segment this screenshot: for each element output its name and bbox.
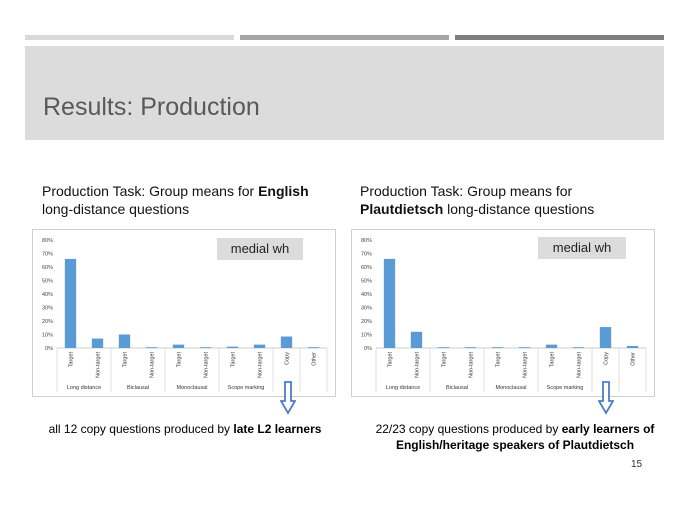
y-tick-label: 80% (361, 238, 372, 244)
bar (464, 347, 477, 348)
bar (518, 347, 531, 348)
x-tick-label: Target (177, 352, 183, 368)
x-tick-label: Target (550, 352, 556, 368)
y-tick-label: 10% (361, 333, 372, 339)
bar (572, 347, 585, 348)
bar (437, 347, 450, 348)
y-tick-label: 60% (42, 265, 53, 271)
x-tick-label: Non-target (469, 352, 475, 378)
title-band: Results: Production (25, 46, 664, 140)
x-tick-label: Target (231, 352, 237, 368)
y-tick-label: 20% (42, 319, 53, 325)
bar (172, 344, 185, 348)
caption-prefix: all 12 copy questions produced by (48, 422, 234, 436)
group-label: Monoclausal (177, 385, 208, 391)
caption-highlight: late L2 learners (233, 422, 322, 436)
slide-title: Results: Production (43, 93, 260, 121)
x-tick-label: Target (442, 352, 448, 368)
y-tick-label: 40% (361, 292, 372, 298)
group-label: Scope marking (547, 385, 584, 391)
down-arrow-icon (598, 381, 614, 415)
caption-plautdietsch: 22/23 copy questions produced by early l… (360, 421, 670, 453)
medial-wh-badge: medial wh (538, 237, 626, 259)
decor-bar-mid (240, 35, 449, 40)
bar (599, 327, 612, 348)
y-tick-label: 30% (42, 306, 53, 312)
caption-prefix: 22/23 copy questions produced by (375, 422, 562, 436)
x-tick-label: Non-target (258, 352, 264, 378)
bar (307, 347, 320, 348)
bar (91, 338, 104, 348)
x-tick-label: Target (69, 352, 75, 368)
y-tick-label: 0% (364, 346, 372, 352)
y-tick-label: 80% (42, 238, 53, 244)
x-tick-label: Target (496, 352, 502, 368)
x-tick-label: Non-target (204, 352, 210, 378)
y-tick-label: 50% (361, 279, 372, 285)
medial-wh-badge: medial wh (217, 238, 303, 260)
y-tick-label: 70% (361, 252, 372, 258)
chart-title-suffix: long-distance questions (42, 201, 190, 217)
x-tick-label: Target (123, 352, 129, 368)
bar (118, 334, 131, 348)
y-tick-label: 20% (361, 319, 372, 325)
bar (253, 344, 266, 348)
x-tick-label: Non-target (523, 352, 529, 378)
group-label: Long distance (67, 385, 101, 391)
group-label: Scope marking (228, 385, 265, 391)
bar (545, 344, 558, 348)
bar (626, 345, 639, 348)
chart-title-prefix: Production Task: Group means for (360, 183, 573, 199)
down-arrow-icon (280, 381, 296, 415)
group-label: Biclausal (446, 385, 468, 391)
x-tick-label: Other (631, 352, 637, 366)
bar (199, 347, 212, 348)
bar (410, 331, 423, 348)
x-tick-label: Non-target (577, 352, 583, 378)
chart-english: 0% 10% 20% 30% 40% 50% 60% 70% 80% Target Non-targ… (32, 229, 336, 397)
group-label: Biclausal (127, 385, 149, 391)
chart-title-plautdietsch: Production Task: Group means for Plautdi… (360, 182, 660, 218)
y-tick-label: 70% (42, 252, 53, 258)
y-tick-label: 10% (42, 333, 53, 339)
x-tick-label: Non-target (96, 352, 102, 378)
chart-title-suffix: long-distance questions (443, 201, 595, 217)
bar (226, 346, 239, 348)
y-tick-label: 30% (361, 306, 372, 312)
bar (491, 347, 504, 348)
x-tick-label: Other (312, 352, 318, 366)
page-number: 15 (631, 459, 643, 470)
chart-plautdietsch: 0% 10% 20% 30% 40% 50% 60% 70% 80% Target Non-targ… (351, 229, 655, 397)
caption-english: all 12 copy questions produced by late L… (40, 421, 330, 437)
bar (383, 258, 396, 348)
bar (145, 347, 158, 348)
chart-title-highlight: Plautdietsch (360, 201, 444, 217)
x-tick-label: Non-target (150, 352, 156, 378)
y-tick-label: 60% (361, 265, 372, 271)
bar (280, 336, 293, 348)
y-tick-label: 50% (42, 279, 53, 285)
y-tick-label: 40% (42, 292, 53, 298)
group-label: Monoclausal (496, 385, 527, 391)
x-tick-label: Copy (285, 352, 291, 365)
x-tick-label: Copy (604, 352, 610, 365)
decor-bar-light (25, 35, 234, 40)
y-tick-label: 0% (45, 346, 53, 352)
bar (64, 258, 77, 348)
chart-title-prefix: Production Task: Group means for (42, 183, 259, 199)
decor-bar-dark (455, 35, 664, 40)
x-tick-label: Non-target (415, 352, 421, 378)
chart-title-english: Production Task: Group means for English… (42, 182, 342, 218)
group-label: Long distance (386, 385, 420, 391)
x-tick-label: Target (388, 352, 394, 368)
chart-title-highlight: English (258, 183, 309, 199)
